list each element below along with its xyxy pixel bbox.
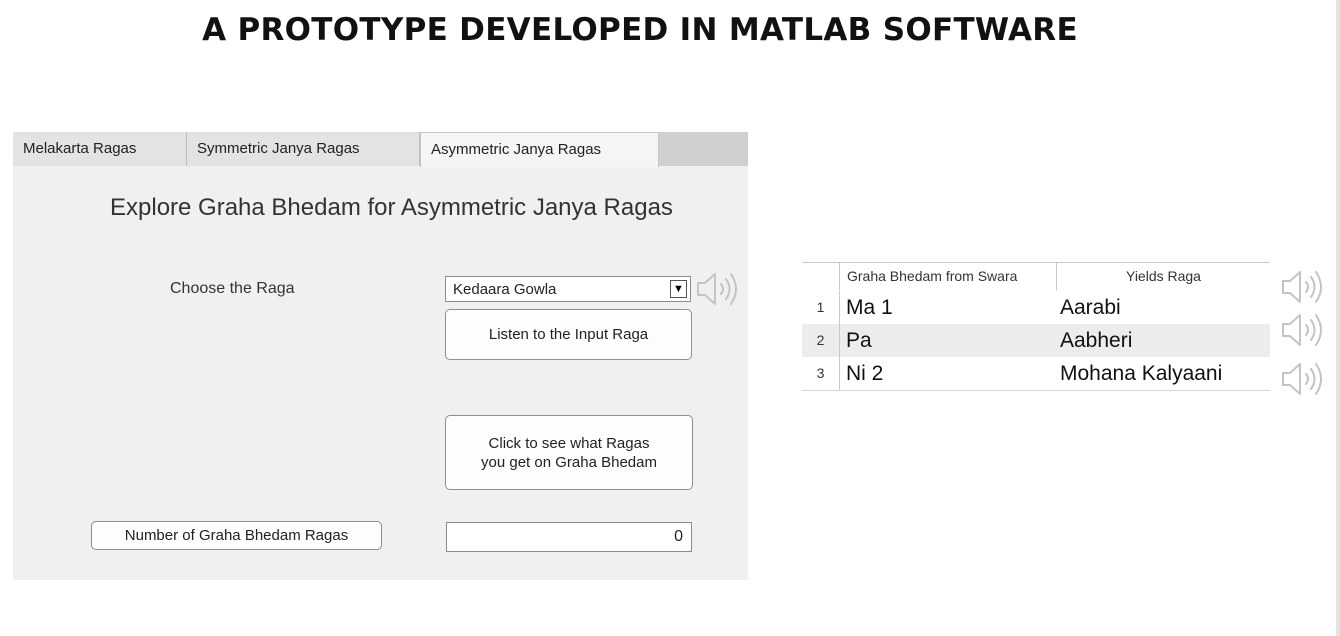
speaker-icon[interactable]: [1280, 264, 1328, 310]
chevron-down-icon[interactable]: ▼: [670, 280, 687, 298]
choose-raga-label: Choose the Raga: [170, 280, 295, 297]
graha-bhedam-count-field[interactable]: 0: [446, 522, 692, 552]
table-cell-swara[interactable]: Ma 1: [840, 291, 1057, 324]
table-header-swara[interactable]: Graha Bhedam from Swara: [840, 263, 1057, 290]
right-edge-divider: [1336, 0, 1340, 636]
table-cell-raga[interactable]: Mohana Kalyaani: [1057, 357, 1270, 390]
page-title: A PROTOTYPE DEVELOPED IN MATLAB SOFTWARE: [202, 12, 1078, 48]
table-header-row: Graha Bhedam from Swara Yields Raga: [802, 262, 1270, 292]
matlab-app-panel: Melakarta Ragas Symmetric Janya Ragas As…: [13, 132, 748, 580]
tab-melakarta-ragas[interactable]: Melakarta Ragas: [13, 132, 187, 166]
table-row-index: 3: [802, 357, 840, 390]
graha-bhedam-count-value: 0: [674, 528, 683, 545]
see-graha-bhedam-label-line1: Click to see what Ragas: [488, 434, 650, 452]
table-row[interactable]: 3 Ni 2 Mohana Kalyaani: [802, 357, 1270, 391]
table-row[interactable]: 1 Ma 1 Aarabi: [802, 291, 1270, 324]
raga-select-value: Kedaara Gowla: [453, 281, 557, 298]
section-heading: Explore Graha Bhedam for Asymmetric Jany…: [110, 194, 673, 221]
number-of-graha-bhedam-ragas-label: Number of Graha Bhedam Ragas: [124, 527, 349, 544]
table-header-raga[interactable]: Yields Raga: [1057, 263, 1270, 290]
table-row-index: 2: [802, 324, 840, 357]
tab-bar: Melakarta Ragas Symmetric Janya Ragas As…: [13, 132, 748, 167]
table-row[interactable]: 2 Pa Aabheri: [802, 324, 1270, 357]
table-cell-raga[interactable]: Aabheri: [1057, 324, 1270, 357]
tab-symmetric-janya-ragas[interactable]: Symmetric Janya Ragas: [187, 132, 420, 166]
listen-input-raga-label: Listen to the Input Raga: [488, 326, 649, 343]
table-cell-swara[interactable]: Pa: [840, 324, 1057, 357]
number-of-graha-bhedam-ragas-button[interactable]: Number of Graha Bhedam Ragas: [91, 521, 382, 550]
see-graha-bhedam-label-line2: you get on Graha Bhedam: [481, 453, 657, 471]
speaker-icon[interactable]: [1280, 307, 1328, 353]
speaker-icon[interactable]: [1280, 356, 1328, 402]
raga-select[interactable]: Kedaara Gowla ▼: [445, 276, 691, 302]
table-cell-raga[interactable]: Aarabi: [1057, 291, 1270, 324]
speaker-icon[interactable]: [695, 266, 743, 312]
tab-asymmetric-janya-ragas[interactable]: Asymmetric Janya Ragas: [420, 132, 659, 167]
table-cell-swara[interactable]: Ni 2: [840, 357, 1057, 390]
see-graha-bhedam-ragas-button[interactable]: Click to see what Ragas you get on Graha…: [445, 415, 693, 490]
table-header-index: [802, 263, 840, 290]
listen-input-raga-button[interactable]: Listen to the Input Raga: [445, 309, 692, 360]
table-row-index: 1: [802, 291, 840, 324]
